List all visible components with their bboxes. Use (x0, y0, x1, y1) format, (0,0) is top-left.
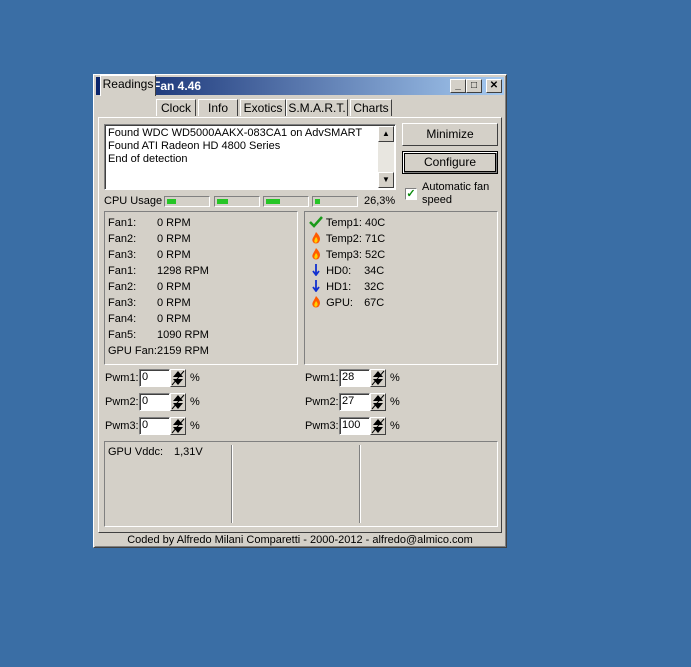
check-icon (309, 216, 323, 228)
voltage-column-divider (231, 445, 232, 523)
cpu-core-bar-fill (315, 199, 320, 204)
minimize-window-button[interactable]: _ (450, 79, 466, 93)
log-scrollbar[interactable]: ▲ ▼ (378, 126, 394, 188)
status-bar-credits: Coded by Alfredo Milani Comparetti - 200… (127, 534, 473, 546)
flame-icon (312, 248, 320, 260)
temp-row: GPU: 67C (309, 295, 385, 311)
fan-list: Fan1: 0 RPM Fan2: 0 RPM Fan3: 0 RPM Fan1: 12… (108, 215, 209, 359)
gpu-vddc-label: GPU Vddc: (108, 446, 164, 458)
temp-row: HD0: 34C (309, 263, 385, 279)
stepper-arrows-icon[interactable] (370, 417, 386, 435)
fan-row: Fan1: 0 RPM (108, 217, 191, 229)
tab-info[interactable]: Info (198, 99, 238, 116)
pwm1-left-label: Pwm1: (105, 372, 139, 384)
percent-unit: % (190, 420, 200, 432)
fan-row: Fan3: 0 RPM (108, 297, 191, 309)
percent-unit: % (390, 420, 400, 432)
temp-row: HD1: 32C (309, 279, 385, 295)
pwm3-left-label: Pwm3: (105, 420, 139, 432)
cpu-usage-value: 26,3% (364, 195, 396, 207)
fan-row: Fan2: 0 RPM (108, 233, 191, 245)
tab-readings[interactable]: Readings (100, 75, 156, 96)
temp-row: Temp3: 52C (309, 247, 385, 263)
automatic-fan-speed-label: Automatic fan speed (422, 181, 490, 206)
stepper-arrows-icon[interactable] (170, 417, 186, 435)
flame-icon (312, 296, 320, 308)
percent-unit: % (190, 372, 200, 384)
pwm3-left-field[interactable]: 0 (139, 417, 170, 435)
voltage-column-divider (359, 445, 360, 523)
automatic-fan-speed-checkbox[interactable]: ✓ (405, 188, 417, 200)
temp-list: Temp1: 40C Temp2: 71C Temp3: 52C HD0: 34C… (309, 215, 385, 311)
tab-clock[interactable]: Clock (156, 99, 196, 116)
cpu-core-bar (214, 196, 260, 207)
pwm3-right-field[interactable]: 100 (339, 417, 370, 435)
pwm1-left-stepper[interactable]: 0 (139, 369, 188, 387)
cpu-core-bar-fill (167, 199, 176, 204)
stepper-arrows-icon[interactable] (170, 393, 186, 411)
gpu-vddc-value: 1,31V (174, 446, 203, 458)
log-line: Found ATI Radeon HD 4800 Series (108, 140, 281, 152)
percent-unit: % (390, 372, 400, 384)
pwm3-left-stepper[interactable]: 0 (139, 417, 188, 435)
fan-row: Fan1: 1298 RPM (108, 265, 209, 277)
log-line: Found WDC WD5000AAKX-083CA1 on AdvSMART (108, 127, 363, 139)
pwm2-right-field[interactable]: 27 (339, 393, 370, 411)
temp-row: Temp2: 71C (309, 231, 385, 247)
maximize-window-button[interactable]: □ (466, 79, 482, 93)
fan-row: Fan2: 0 RPM (108, 281, 191, 293)
cpu-core-bar (263, 196, 309, 207)
percent-unit: % (190, 396, 200, 408)
pwm2-right-label: Pwm2: (305, 396, 339, 408)
pwm2-left-label: Pwm2: (105, 396, 139, 408)
fan-row: GPU Fan:2159 RPM (108, 345, 209, 357)
percent-unit: % (390, 396, 400, 408)
minimize-button[interactable]: Minimize (402, 123, 498, 146)
fan-row: Fan4: 0 RPM (108, 313, 191, 325)
pwm1-left-field[interactable]: 0 (139, 369, 170, 387)
pwm2-right-stepper[interactable]: 27 (339, 393, 388, 411)
fan-row: Fan5: 1090 RPM (108, 329, 209, 341)
pwm2-left-stepper[interactable]: 0 (139, 393, 188, 411)
tab-charts[interactable]: Charts (350, 99, 392, 116)
pwm1-right-label: Pwm1: (305, 372, 339, 384)
arrow-down-icon (312, 280, 320, 293)
pwm1-right-field[interactable]: 28 (339, 369, 370, 387)
configure-button[interactable]: Configure (402, 151, 498, 174)
cpu-core-bar (164, 196, 210, 207)
tab-smart[interactable]: S.M.A.R.T. (286, 99, 348, 116)
tab-exotics[interactable]: Exotics (240, 99, 286, 116)
close-window-button[interactable]: ✕ (486, 79, 502, 93)
fan-row: Fan3: 0 RPM (108, 249, 191, 261)
cpu-core-bar (312, 196, 358, 207)
stepper-arrows-icon[interactable] (370, 393, 386, 411)
pwm1-right-stepper[interactable]: 28 (339, 369, 388, 387)
cpu-core-bar-fill (266, 199, 280, 204)
pwm3-right-stepper[interactable]: 100 (339, 417, 388, 435)
title-bar[interactable]: SpeedFan 4.46 _ □ ✕ (96, 77, 504, 95)
pwm2-left-field[interactable]: 0 (139, 393, 170, 411)
pwm3-right-label: Pwm3: (305, 420, 339, 432)
speedfan-window: SpeedFan 4.46 _ □ ✕ Readings Clock Info … (93, 74, 507, 548)
flame-icon (312, 232, 320, 244)
cpu-core-bar-fill (217, 199, 228, 204)
scroll-down-icon[interactable]: ▼ (378, 172, 394, 188)
stepper-arrows-icon[interactable] (170, 369, 186, 387)
scroll-up-icon[interactable]: ▲ (378, 126, 394, 142)
detection-log[interactable]: Found WDC WD5000AAKX-083CA1 on AdvSMART … (104, 124, 396, 190)
arrow-down-icon (312, 264, 320, 277)
cpu-usage-label: CPU Usage (104, 195, 163, 207)
gpu-vddc-row: GPU Vddc: 1,31V (108, 446, 203, 458)
temp-row: Temp1: 40C (309, 215, 385, 231)
log-line: End of detection (108, 153, 188, 165)
stepper-arrows-icon[interactable] (370, 369, 386, 387)
